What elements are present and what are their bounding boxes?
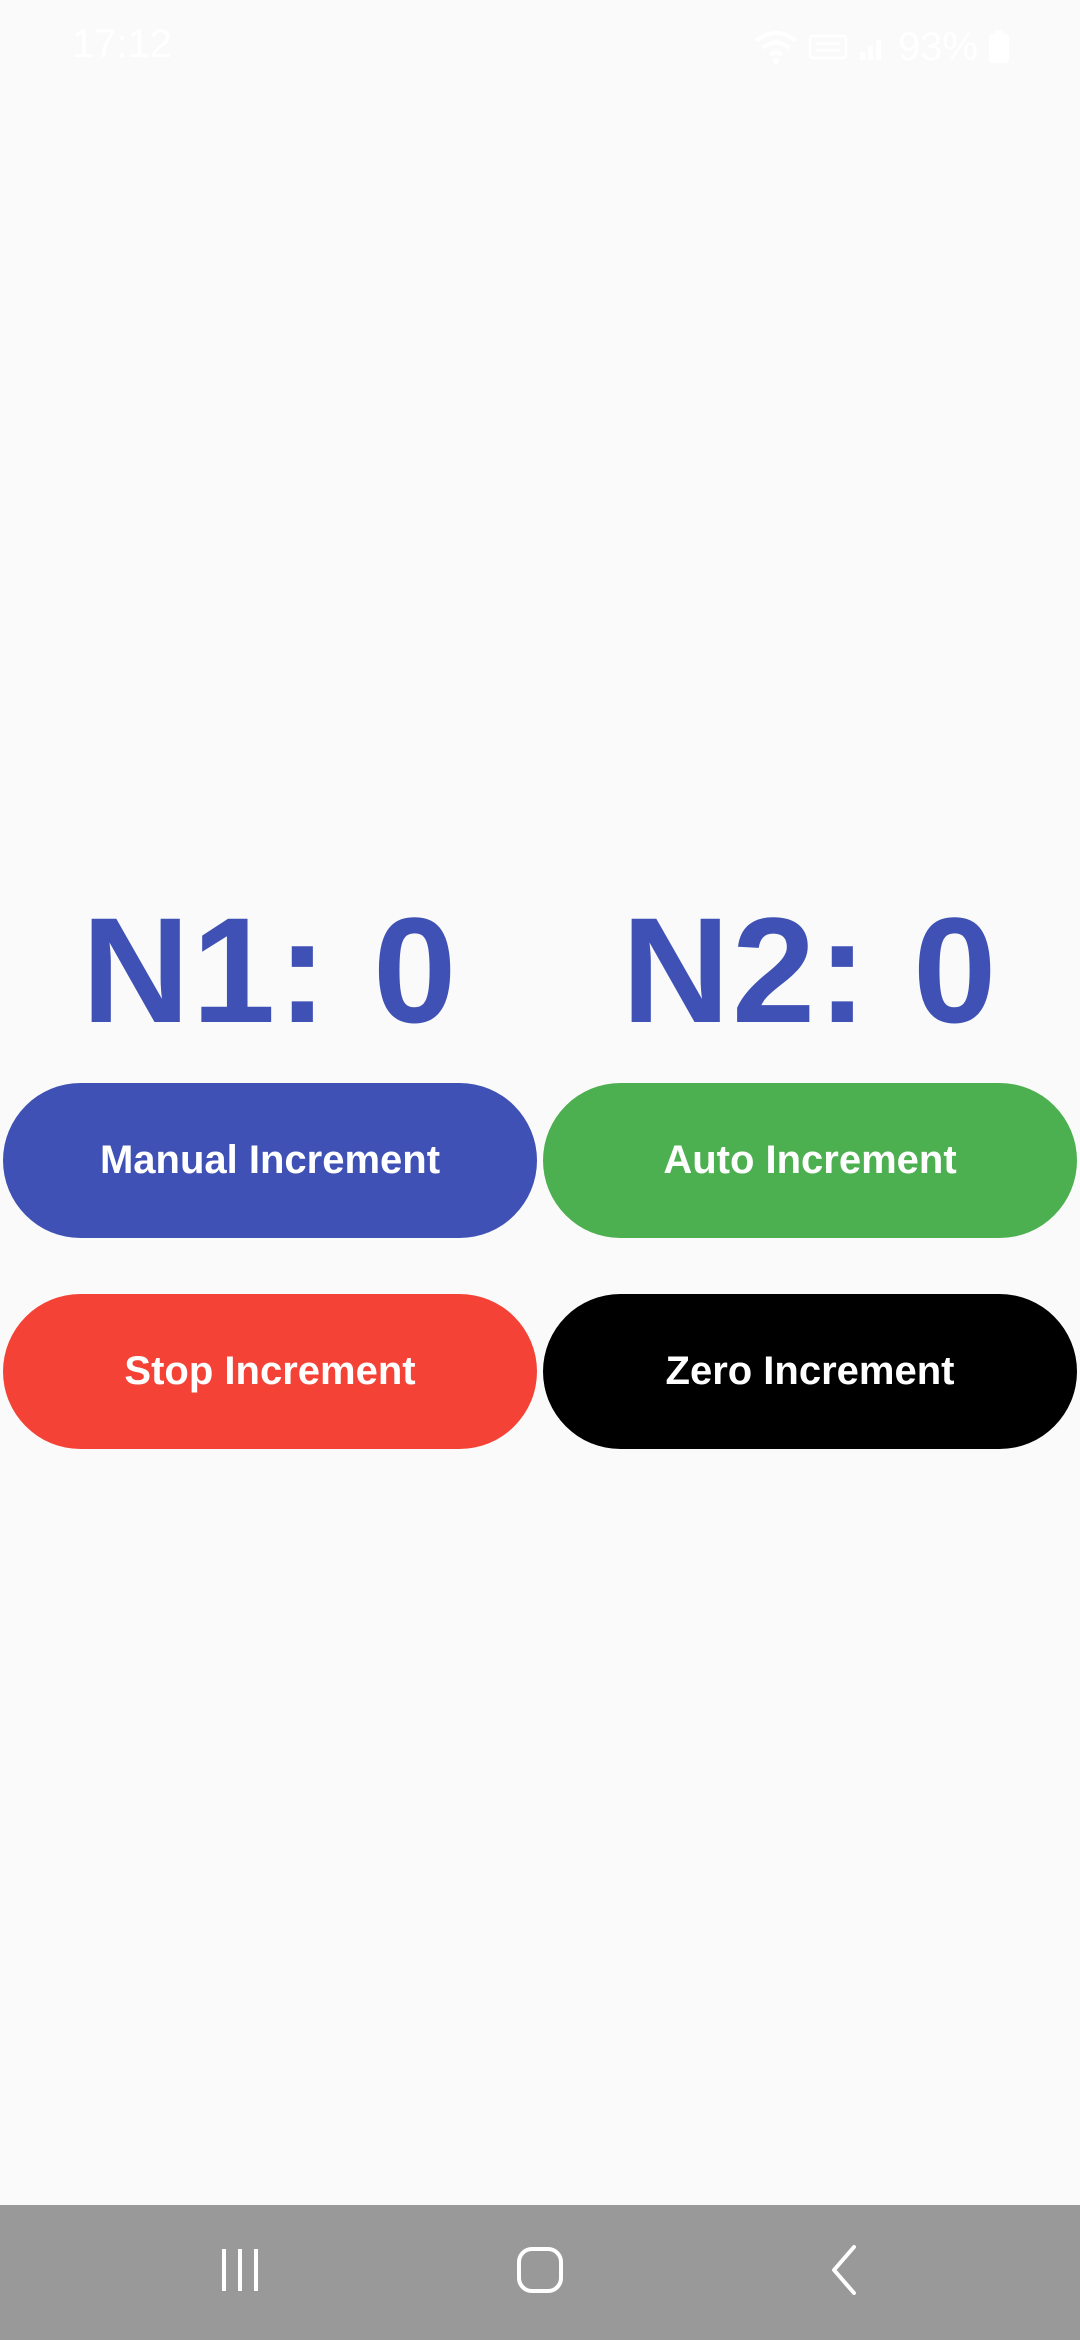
battery-percentage: 93%: [897, 24, 978, 69]
back-icon: [820, 2245, 870, 2300]
battery-icon: [988, 30, 1010, 64]
recents-icon: [215, 2245, 265, 2300]
status-bar: 17:12 93%: [0, 0, 1080, 95]
wifi-icon: [754, 29, 798, 65]
navigation-bar: [0, 2205, 1080, 2340]
counter-n1: N1: 0: [81, 886, 459, 1054]
recents-button[interactable]: [160, 2205, 320, 2340]
zero-increment-button[interactable]: Zero Increment: [543, 1294, 1077, 1449]
manual-increment-button[interactable]: Manual Increment: [3, 1083, 537, 1238]
stop-increment-button[interactable]: Stop Increment: [3, 1294, 537, 1449]
volte-icon: [808, 32, 848, 62]
counter-n2: N2: 0: [621, 886, 999, 1054]
back-button[interactable]: [765, 2205, 925, 2340]
auto-increment-button[interactable]: Auto Increment: [543, 1083, 1077, 1238]
signal-icon: [858, 32, 888, 62]
status-icons: 93%: [754, 22, 1010, 72]
home-icon: [515, 2245, 565, 2300]
home-button[interactable]: [460, 2205, 620, 2340]
status-time: 17:12: [72, 22, 173, 66]
